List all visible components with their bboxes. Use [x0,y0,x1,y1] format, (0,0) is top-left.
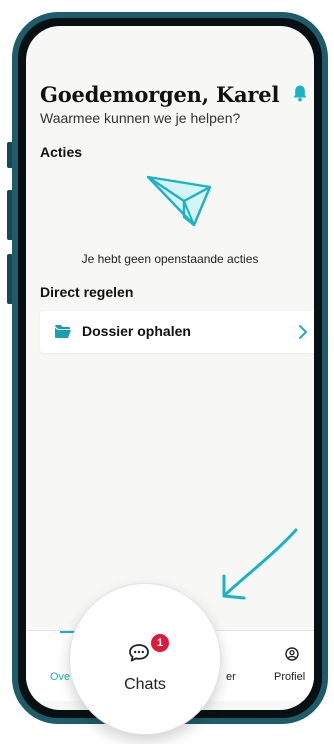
actions-title: Acties [40,144,83,160]
profile-icon [285,647,299,661]
dossier-ophalen-button[interactable]: Dossier ophalen [40,311,314,353]
greeting-subtitle: Waarmee kunnen we je helpen? [40,110,241,126]
chat-bubble-icon [129,644,149,662]
tab-profiel[interactable]: Profiel [260,631,314,701]
tab-overzicht-label: Ove [50,671,71,683]
greeting-title: Goedemorgen, Karel [40,82,280,107]
tab-chats-label: Chats [124,676,166,693]
pointer-arrow-icon [222,528,298,600]
folder-icon [55,325,71,338]
tab-profiel-label: Profiel [274,671,306,683]
paper-plane-icon [146,175,212,227]
tab-partial[interactable]: er [216,631,256,701]
tab-partial-label: er [226,671,236,683]
chats-magnifier[interactable]: 1 Chats [69,583,221,735]
actions-empty-text: Je hebt geen openstaande acties [81,252,259,266]
dossier-ophalen-label: Dossier ophalen [82,323,191,339]
direct-title: Direct regelen [40,284,134,300]
chevron-right-icon [299,325,307,339]
chats-badge: 1 [151,634,169,652]
bell-icon[interactable] [292,84,308,102]
